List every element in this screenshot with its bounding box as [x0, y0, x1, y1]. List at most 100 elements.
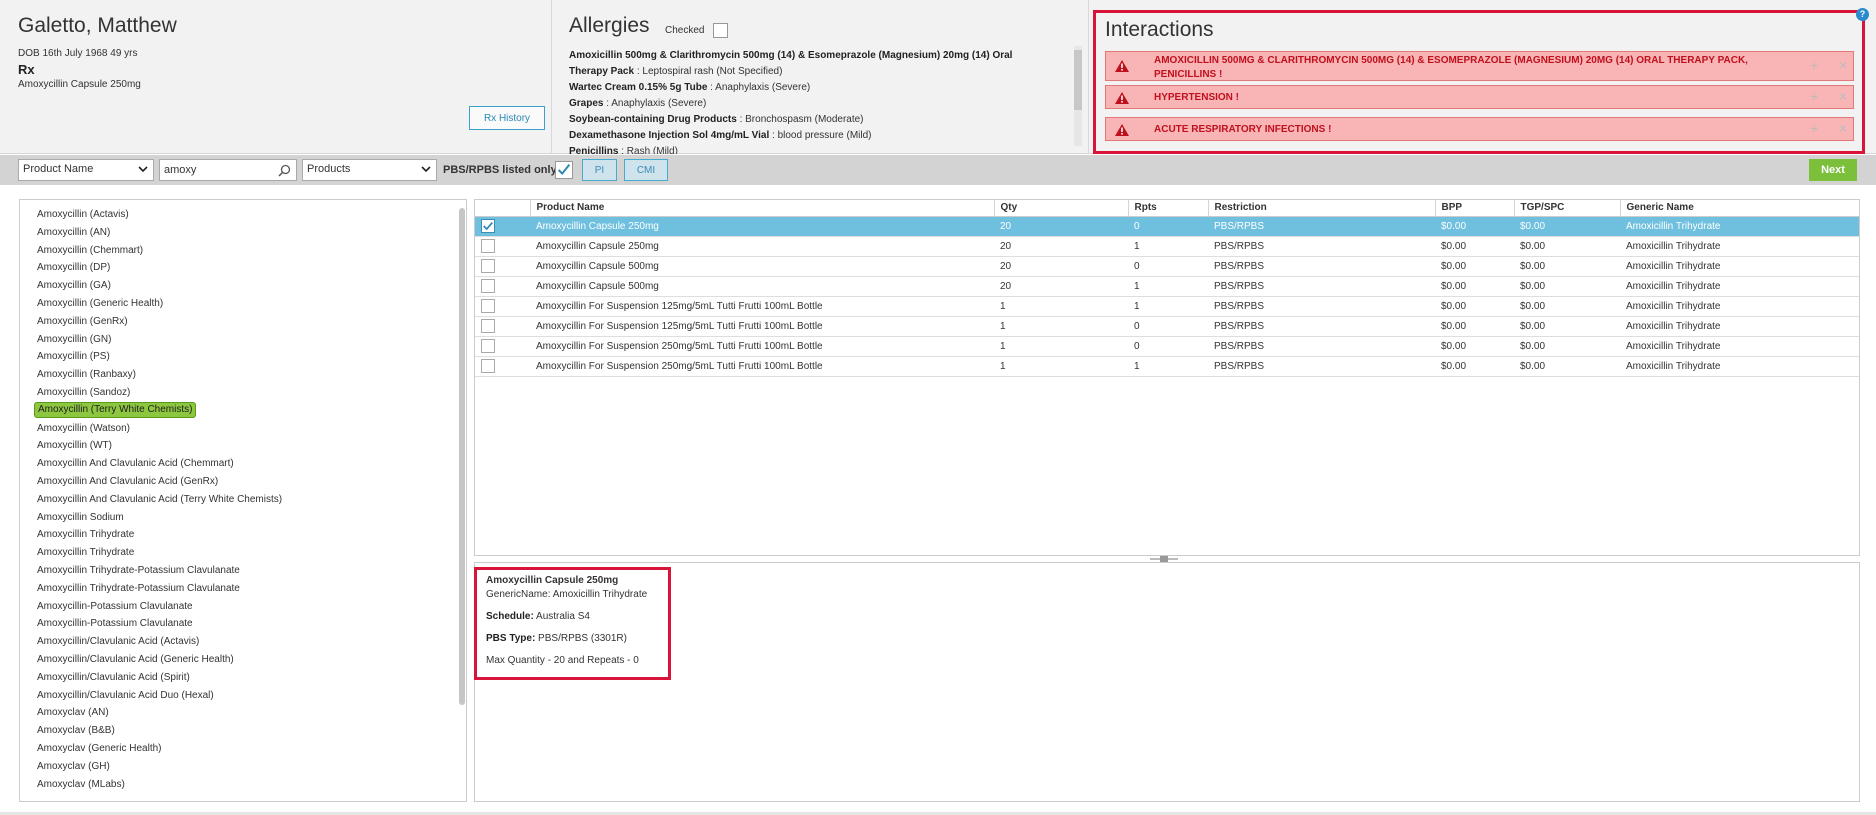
expand-icon[interactable]: +: [1810, 120, 1818, 136]
row-select-cell[interactable]: [475, 256, 530, 277]
close-icon[interactable]: ×: [1839, 120, 1847, 136]
interaction-alert: HYPERTENSION ! + ×: [1105, 85, 1854, 109]
list-item[interactable]: Amoxycillin (Ranbaxy): [34, 366, 285, 384]
list-item[interactable]: Amoxycillin Sodium: [34, 509, 285, 527]
row-checkbox[interactable]: [481, 339, 495, 353]
table-row[interactable]: Amoxycillin Capsule 250mg 20 1 PBS/RPBS $0.0…: [475, 236, 1859, 257]
next-button[interactable]: Next: [1809, 159, 1857, 181]
column-header[interactable]: Rpts: [1128, 200, 1209, 217]
row-select-cell[interactable]: [475, 356, 530, 377]
interaction-alert: AMOXICILLIN 500MG & CLARITHROMYCIN 500MG…: [1105, 51, 1854, 81]
detail-schedule-value: Australia S4: [533, 611, 590, 622]
list-item[interactable]: Amoxycillin (Sandoz): [34, 384, 285, 402]
list-item[interactable]: Amoxyclav (B&B): [34, 722, 285, 740]
list-item[interactable]: Amoxycillin Trihydrate-Potassium Clavula…: [34, 580, 285, 598]
list-item[interactable]: Amoxyclav (MLabs): [34, 776, 285, 794]
table-cell-rpts: 1: [1128, 356, 1208, 377]
row-select-cell[interactable]: [475, 296, 530, 317]
list-item[interactable]: Amoxycillin/Clavulanic Acid (Spirit): [34, 669, 285, 687]
list-item[interactable]: Amoxycillin-Potassium Clavulanate: [34, 598, 285, 616]
row-checkbox[interactable]: [481, 319, 495, 333]
pi-button[interactable]: PI: [582, 159, 617, 181]
list-item[interactable]: Amoxyclav (Generic Health): [34, 740, 285, 758]
allergies-scrollbar-thumb[interactable]: [1074, 50, 1082, 110]
row-checkbox[interactable]: [481, 259, 495, 273]
table-row[interactable]: Amoxycillin For Suspension 250mg/5mL Tut…: [475, 336, 1859, 357]
help-icon[interactable]: ?: [1856, 8, 1869, 21]
row-checkbox[interactable]: [481, 219, 495, 233]
search-input[interactable]: [160, 160, 270, 180]
column-header[interactable]: Qty: [994, 200, 1129, 217]
cmi-button[interactable]: CMI: [624, 159, 668, 181]
row-select-cell[interactable]: [475, 336, 530, 357]
row-select-cell[interactable]: [475, 216, 530, 237]
table-cell-rpts: 0: [1128, 336, 1208, 357]
list-item[interactable]: Amoxycillin (PS): [34, 348, 285, 366]
list-item[interactable]: Amoxycillin And Clavulanic Acid (Terry W…: [34, 491, 285, 509]
allergy-item: Soybean-containing Drug Products : Bronc…: [569, 112, 1069, 128]
search-icon[interactable]: [278, 164, 291, 177]
table-row[interactable]: Amoxycillin Capsule 250mg 20 0 PBS/RPBS $0.0…: [475, 216, 1859, 237]
list-item[interactable]: Amoxycillin And Clavulanic Acid (GenRx): [34, 473, 285, 491]
list-item-label: Amoxycillin (WT): [37, 440, 112, 452]
list-item-label: Amoxycillin/Clavulanic Acid (Generic Hea…: [37, 653, 234, 665]
rx-history-button[interactable]: Rx History: [469, 106, 545, 130]
expand-icon[interactable]: +: [1810, 57, 1818, 73]
table-cell-qty: 20: [994, 256, 1128, 277]
pbs-filter-checkbox[interactable]: [555, 161, 573, 179]
table-cell-generic: Amoxicillin Trihydrate: [1620, 316, 1859, 337]
close-icon[interactable]: ×: [1839, 88, 1847, 104]
row-checkbox[interactable]: [481, 359, 495, 373]
list-item[interactable]: Amoxycillin/Clavulanic Acid (Actavis): [34, 633, 285, 651]
column-header[interactable]: Restriction: [1208, 200, 1436, 217]
list-item[interactable]: Amoxycillin/Clavulanic Acid (Generic Hea…: [34, 651, 285, 669]
allergies-checked-checkbox[interactable]: [713, 23, 728, 38]
list-item[interactable]: Amoxyclav (AN): [34, 704, 285, 722]
list-item[interactable]: Amoxycillin (Generic Health): [34, 295, 285, 313]
row-select-cell[interactable]: [475, 236, 530, 257]
list-item[interactable]: Amoxycillin (DP): [34, 259, 285, 277]
table-cell-restriction: PBS/RPBS: [1208, 216, 1435, 237]
list-item[interactable]: Amoxyclav (GH): [34, 758, 285, 776]
list-item[interactable]: Amoxycillin Trihydrate: [34, 526, 285, 544]
list-item[interactable]: Amoxycillin And Clavulanic Acid (Chemmar…: [34, 455, 285, 473]
row-checkbox[interactable]: [481, 299, 495, 313]
list-item[interactable]: Amoxycillin (Watson): [34, 420, 285, 438]
list-item[interactable]: Amoxycillin-Potassium Clavulanate: [34, 615, 285, 633]
table-row[interactable]: Amoxycillin Capsule 500mg 20 1 PBS/RPBS $0.0…: [475, 276, 1859, 297]
table-cell-qty: 20: [994, 276, 1128, 297]
list-item-label: Amoxycillin/Clavulanic Acid (Spirit): [37, 671, 190, 683]
product-group-scrollbar[interactable]: [459, 208, 465, 705]
table-row[interactable]: Amoxycillin For Suspension 125mg/5mL Tut…: [475, 316, 1859, 337]
table-cell-qty: 1: [994, 356, 1128, 377]
interactions-panel: Interactions AMOXICILLIN 500MG & CLARITH…: [1093, 10, 1865, 154]
column-header[interactable]: Generic Name: [1620, 200, 1859, 217]
search-by-select[interactable]: Product Name: [18, 159, 154, 181]
list-item[interactable]: Amoxycillin (Chemmart): [34, 242, 285, 260]
list-item[interactable]: Amoxycillin (Actavis): [34, 206, 285, 224]
category-select[interactable]: Products: [302, 159, 437, 181]
list-item[interactable]: Amoxycillin (GenRx): [34, 313, 285, 331]
column-header[interactable]: Product Name: [530, 200, 995, 217]
table-row[interactable]: Amoxycillin For Suspension 125mg/5mL Tut…: [475, 296, 1859, 317]
row-select-cell[interactable]: [475, 276, 530, 297]
list-item[interactable]: Amoxycillin Trihydrate-Potassium Clavula…: [34, 562, 285, 580]
row-checkbox[interactable]: [481, 279, 495, 293]
column-header[interactable]: BPP: [1435, 200, 1515, 217]
list-item[interactable]: Amoxycillin/Clavulanic Acid Duo (Hexal): [34, 687, 285, 705]
list-item[interactable]: Amoxycillin (Terry White Chemists): [34, 401, 285, 420]
list-item[interactable]: Amoxycillin (GA): [34, 277, 285, 295]
close-icon[interactable]: ×: [1839, 57, 1847, 73]
list-item[interactable]: Amoxycillin (GN): [34, 331, 285, 349]
table-row[interactable]: Amoxycillin Capsule 500mg 20 0 PBS/RPBS $0.0…: [475, 256, 1859, 277]
row-select-cell[interactable]: [475, 316, 530, 337]
search-field[interactable]: [159, 159, 297, 181]
table-cell-bpp: $0.00: [1435, 236, 1514, 257]
table-row[interactable]: Amoxycillin For Suspension 250mg/5mL Tut…: [475, 356, 1859, 377]
row-checkbox[interactable]: [481, 239, 495, 253]
column-header[interactable]: TGP/SPC: [1514, 200, 1621, 217]
list-item[interactable]: Amoxycillin (WT): [34, 437, 285, 455]
list-item[interactable]: Amoxycillin Trihydrate: [34, 544, 285, 562]
list-item[interactable]: Amoxycillin (AN): [34, 224, 285, 242]
expand-icon[interactable]: +: [1810, 88, 1818, 104]
